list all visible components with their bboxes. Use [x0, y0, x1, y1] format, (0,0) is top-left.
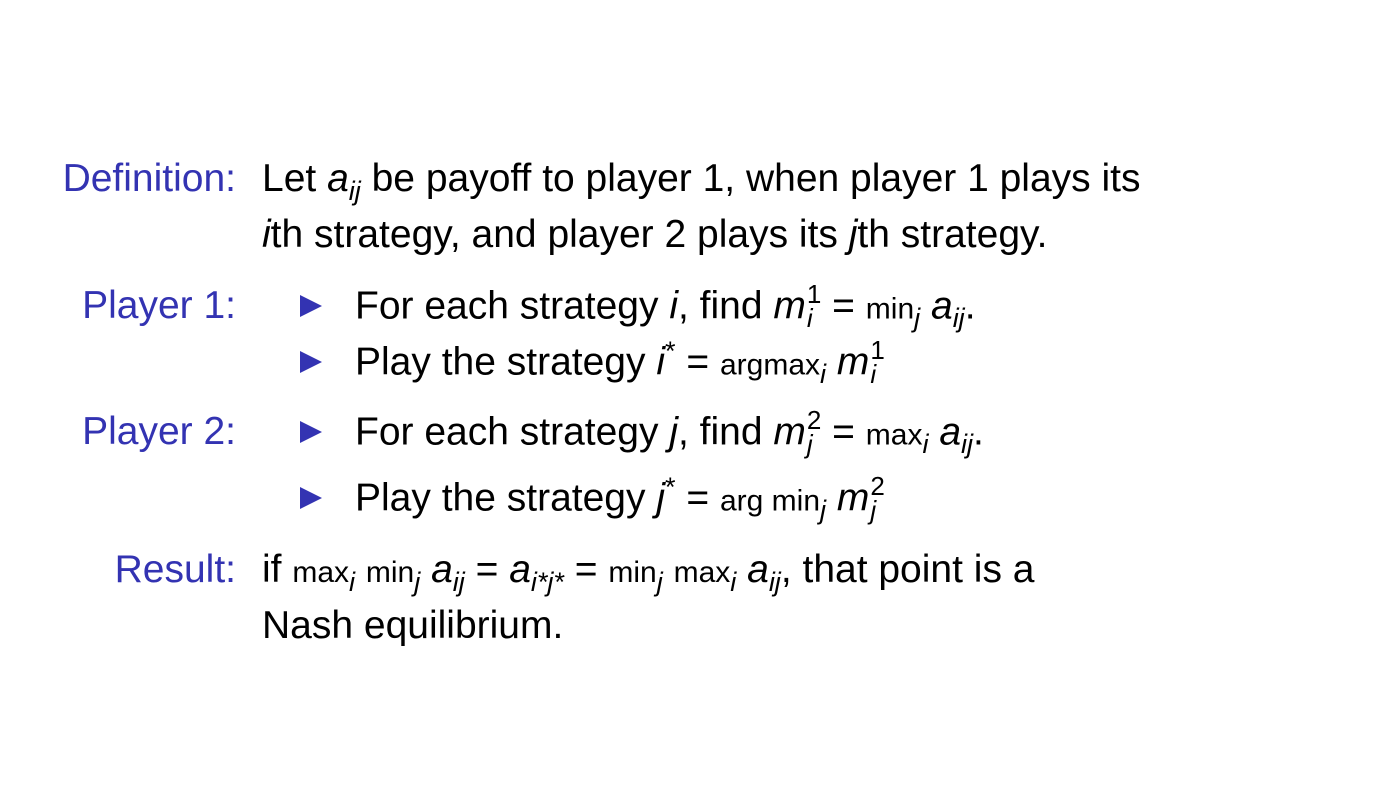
player2-step-2: Play the strategy j* = arg minj m2j: [355, 472, 885, 526]
text-run: =: [821, 410, 866, 454]
text-run: , find: [677, 410, 774, 454]
math-m: min: [865, 292, 915, 326]
math-m: max: [865, 418, 923, 452]
math-i: a: [431, 548, 453, 591]
text-run: Play the strategy: [355, 340, 657, 384]
text-run: [826, 476, 837, 519]
player2-label: Player 2:: [82, 410, 236, 453]
math-sub-superscript: 1i: [870, 337, 884, 389]
math-sub-superscript: 2j: [806, 407, 821, 459]
math-sub: j: [820, 495, 827, 526]
math-sup: *: [665, 336, 676, 367]
math-i: a: [930, 284, 953, 328]
math-i: m: [773, 284, 806, 328]
math-i: j: [669, 410, 678, 454]
math-sub-superscript: 1i: [806, 281, 821, 333]
bullet-triangle-icon: [300, 295, 322, 317]
math-i: i: [262, 213, 271, 256]
math-m: arg min: [719, 484, 821, 518]
math-sub: j: [414, 567, 421, 597]
subscript: i: [806, 303, 813, 333]
definition-line-1: Let aij be payoff to player 1, when play…: [262, 157, 1141, 206]
text-run: =: [821, 284, 866, 328]
result-line-1: if maxi minj aij = ai*j* = minj maxi aij…: [262, 548, 1035, 597]
text-run: .: [964, 284, 976, 328]
text-run: , find: [677, 284, 774, 328]
text-run: Let: [262, 157, 328, 200]
text-run: , that point is a: [780, 548, 1035, 591]
math-sub: i: [349, 567, 356, 597]
player1-step-2: Play the strategy i* = argmaxi m1i: [355, 336, 885, 390]
result-line-2: Nash equilibrium.: [262, 604, 563, 648]
math-m: min: [608, 556, 657, 589]
text-run: =: [675, 340, 720, 384]
math-sub: i*j*: [530, 567, 564, 597]
subscript: j: [870, 495, 877, 525]
math-i: a: [939, 410, 962, 454]
math-i: i: [669, 284, 678, 328]
text-run: be payoff to player 1, when player 1 pla…: [360, 157, 1141, 200]
math-sup: *: [665, 472, 676, 503]
math-sub-superscript: 2j: [870, 473, 884, 525]
math-i: m: [773, 410, 806, 454]
math-m: max: [673, 556, 731, 589]
player1-step-1: For each strategy i, find m1i = minj aij…: [355, 281, 976, 334]
math-i: a: [747, 548, 769, 591]
subscript: j: [806, 429, 813, 459]
math-sub: j: [656, 567, 663, 597]
text-run: [736, 548, 747, 591]
text-run: Play the strategy: [355, 476, 657, 520]
math-i: a: [327, 157, 349, 200]
bullet-triangle-icon: [300, 487, 322, 509]
text-run: [420, 548, 431, 591]
math-i: j: [656, 476, 665, 520]
math-sub: j: [914, 303, 921, 334]
math-sub: ij: [952, 303, 965, 334]
player1-label: Player 1:: [82, 284, 236, 327]
text-run: .: [973, 410, 984, 454]
text-run: [920, 284, 931, 327]
subscript: i: [870, 359, 877, 389]
math-m: max: [292, 556, 350, 589]
math-i: i: [656, 340, 665, 384]
math-sub: i: [730, 567, 737, 597]
math-m: argmax: [719, 348, 821, 382]
math-i: m: [836, 476, 870, 520]
math-i: m: [836, 340, 870, 384]
math-sub: ij: [452, 567, 465, 597]
text-run: For each strategy: [355, 284, 670, 328]
definition-label: Definition:: [62, 157, 236, 200]
text-run: =: [563, 548, 609, 591]
text-run: [826, 340, 837, 383]
text-run: =: [464, 548, 510, 591]
math-sub: ij: [348, 176, 361, 206]
math-sub: i: [820, 359, 827, 390]
math-sub: i: [922, 429, 929, 460]
player2-step-1: For each strategy j, find m2j = maxi aij…: [355, 407, 984, 460]
math-i: a: [509, 548, 531, 591]
bullet-triangle-icon: [300, 351, 322, 373]
text-run: [928, 410, 939, 453]
math-sub: ij: [961, 429, 974, 460]
text-run: th strategy, and player 2 plays its: [270, 213, 849, 256]
text-run: For each strategy: [355, 410, 670, 454]
text-run: [355, 548, 366, 591]
text-run: if: [262, 548, 293, 591]
definition-line-2: ith strategy, and player 2 plays its jth…: [262, 213, 1047, 257]
text-run: =: [675, 476, 720, 520]
text-run: Nash equilibrium.: [262, 604, 564, 647]
text-run: [663, 548, 674, 591]
bullet-triangle-icon: [300, 421, 322, 443]
text-run: th strategy.: [857, 213, 1048, 256]
math-m: min: [365, 556, 415, 589]
result-label: Result:: [114, 548, 236, 591]
math-sub: ij: [768, 567, 781, 597]
